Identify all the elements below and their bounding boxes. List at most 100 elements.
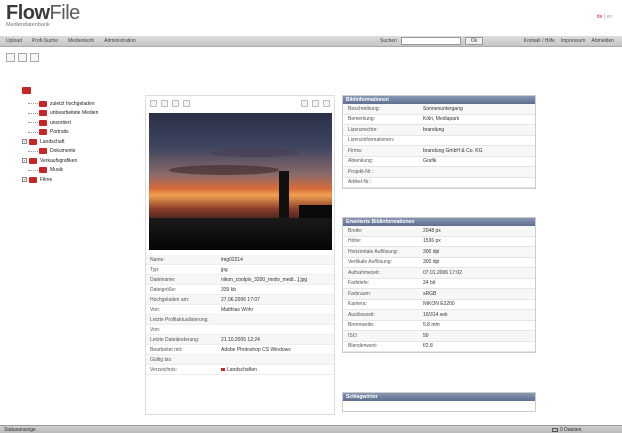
imprint-link[interactable]: Impressum (561, 38, 586, 44)
info-value: f/2.8 (423, 343, 433, 350)
tree-item-recent[interactable]: zuletzt hochgeladen (22, 99, 142, 109)
meta-key: Bearbeitet mit: (150, 346, 183, 353)
folder-icon (29, 157, 37, 164)
delete-icon[interactable] (323, 99, 330, 107)
table-row: Blendenwert: f/2.8 (343, 342, 535, 352)
panel-header: Schlagwörter (343, 393, 535, 401)
table-row: Von: (146, 325, 334, 335)
image-toolbar-right (301, 99, 330, 107)
directory-link[interactable]: Landschaften (227, 367, 257, 373)
lang-en-link[interactable]: en (606, 14, 612, 20)
tree-item-unprocessed[interactable]: unbearbeitete Medien (22, 109, 142, 119)
crop-icon[interactable] (161, 99, 168, 107)
tab-administration[interactable]: Administration (104, 38, 136, 44)
file-meta-table: Name: img02214 Typ: jpg Dateiname: nikon_co… (146, 255, 334, 375)
zoom-icon[interactable] (150, 99, 157, 107)
tree-item-label: Filme (40, 176, 53, 183)
info-key: Farbraum: (348, 290, 372, 297)
panel-header: Erweiterte Bildinformationen (343, 218, 535, 226)
logout-link[interactable]: Abmelden (591, 38, 614, 44)
info-value: Köln, Mediapark (423, 116, 460, 123)
nav-right-links: Kontakt / Hilfe Impressum Abmelden (524, 38, 614, 44)
info-value: 2048 px (423, 227, 441, 234)
search-input[interactable] (400, 37, 461, 45)
tree-item-label: Dokumente (50, 148, 76, 155)
expand-toggle[interactable]: + (22, 139, 27, 145)
info-key: ISO: (348, 332, 359, 339)
info-key: Lizenzinformationen: (348, 137, 395, 144)
tree-item-documents[interactable]: Dokumente (22, 147, 142, 157)
meta-key: Letzte Dateiänderung: (150, 336, 200, 343)
folder-icon (39, 100, 47, 107)
info-value: 50 (423, 332, 429, 339)
table-row: Bemerkung: Köln, Mediapark (343, 115, 535, 125)
tree-item-sales-graphics[interactable]: + Verkaufsgrafiken (22, 156, 142, 166)
main-navbar: Upload Profi-Suche Medienkorb Administra… (0, 36, 622, 47)
table-row: Projekt-Nr.: (343, 167, 535, 178)
secondary-toolbar (6, 53, 39, 62)
keywords-panel: Schlagwörter (342, 392, 536, 412)
basket-icon[interactable] (301, 99, 308, 107)
tree-item-music[interactable]: Musik (22, 166, 142, 176)
info-value: 24 bit (423, 280, 436, 287)
meta-key: Dateiname: (150, 276, 176, 283)
tab-upload[interactable]: Upload (6, 38, 22, 44)
tab-medienkorb[interactable]: Medienkorb (68, 38, 94, 44)
new-folder-icon[interactable] (6, 53, 15, 62)
info-key: Auslösezeit: (348, 311, 375, 318)
print-icon[interactable] (183, 99, 190, 107)
edit-folder-icon[interactable] (18, 53, 27, 62)
panel-header: Bildinformationen (343, 96, 535, 104)
meta-value: 21.10.2005 12:24 (221, 336, 260, 343)
refresh-icon[interactable] (30, 53, 39, 62)
info-value: 1536 px (423, 238, 441, 245)
root-folder-icon[interactable] (22, 87, 31, 94)
table-row: Lizenzinformationen: (343, 136, 535, 146)
info-key: Kamera: (348, 301, 367, 308)
info-value: 10/314 sek (423, 311, 448, 318)
tree-item-portraits[interactable]: Portraits (22, 128, 142, 138)
table-row: Auslösezeit: 10/314 sek (343, 310, 535, 321)
status-bar: Statusanzeige 0 Dateien (0, 425, 622, 433)
table-row: Aufnahmezeit: 07.01.2006 17:02 (343, 268, 535, 279)
tree-item-label: Verkaufsgrafiken (40, 157, 78, 164)
meta-key: Von: (150, 326, 161, 333)
tab-profi-suche[interactable]: Profi-Suche (32, 38, 58, 44)
table-row: Name: img02214 (146, 255, 334, 265)
info-key: Brennweite: (348, 322, 375, 329)
contact-help-link[interactable]: Kontakt / Hilfe (524, 38, 555, 44)
search-ok-button[interactable]: Ok (464, 37, 483, 45)
preview-image[interactable] (149, 113, 332, 250)
app-title: FlowFile (6, 3, 80, 23)
meta-value: Adobe Photoshop CS Windows (221, 346, 291, 353)
tree-connector (28, 112, 38, 114)
expand-toggle[interactable]: + (22, 177, 27, 183)
tree-item-films[interactable]: + Filme (22, 175, 142, 185)
info-value: 07.01.2006 17:02 (423, 269, 462, 276)
status-text: Statusanzeige (4, 427, 36, 433)
image-preview-panel: Name: img02214 Typ: jpg Dateiname: nikon_co… (145, 95, 335, 415)
app-title-bold: Flow (6, 2, 50, 24)
meta-key: Typ: (150, 266, 160, 273)
tree-item-label: zuletzt hochgeladen (50, 100, 95, 107)
expand-toggle[interactable]: + (22, 158, 27, 164)
table-row: Lizenzrechte: brandung (343, 125, 535, 136)
table-row: Brennweite: 5.8 mm (343, 321, 535, 331)
meta-key: Name: (150, 256, 165, 263)
tree-item-landscape[interactable]: + Landschaft (22, 137, 142, 147)
table-row: Dateiname: nikon_coolpix_3200_motiv_medi.… (146, 275, 334, 285)
meta-key: Letzte Profilaktualisierung: (150, 316, 209, 323)
info-key: Vertikale Auflösung: (348, 259, 392, 266)
tree-connector (28, 169, 38, 171)
tree-item-unsorted[interactable]: unsortiert (22, 118, 142, 128)
download-icon[interactable] (172, 99, 179, 107)
info-value: Sonnenuntergang (423, 105, 463, 112)
table-row: Letzte Profilaktualisierung: (146, 315, 334, 325)
info-value: 5.8 mm (423, 322, 440, 329)
table-row: Vertikale Auflösung: 300 dpi (343, 258, 535, 268)
search-bar: Suchen Ok (380, 37, 483, 45)
meta-value: 339 kb (221, 286, 237, 293)
table-row: Farbraum: sRGB (343, 289, 535, 300)
basket-status[interactable]: 0 Dateien (552, 427, 581, 433)
fullscreen-icon[interactable] (312, 99, 319, 107)
